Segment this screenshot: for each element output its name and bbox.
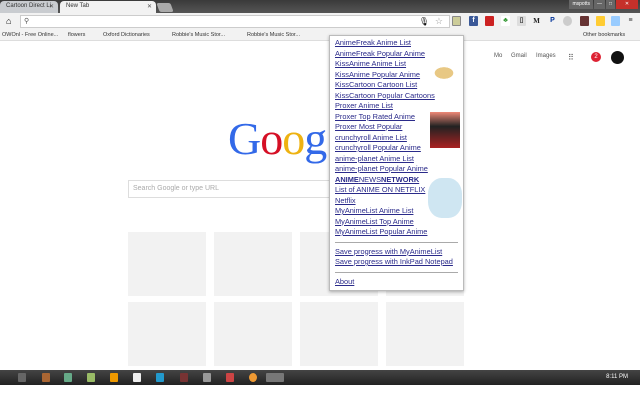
menu-icon[interactable]: ≡ [626, 16, 635, 26]
trash-icon[interactable]: ▯ [517, 16, 526, 26]
taskbar-app-icon[interactable] [87, 373, 95, 382]
taskbar-app-icon[interactable] [180, 373, 188, 382]
bookmark[interactable]: OWOnl - Free Online... [2, 32, 58, 38]
taskbar: 8:11 PM [0, 370, 640, 385]
tree-icon[interactable]: ♣ [501, 16, 510, 26]
taskbar-app-icon[interactable] [110, 373, 118, 382]
home-icon[interactable]: ⌂ [6, 16, 11, 26]
notification-badge[interactable]: 2 [591, 52, 601, 62]
title-bar: Cartoon Direct Li ✕ New Tab ✕ mspotts — □ … [0, 0, 640, 13]
gmail-m-icon[interactable]: M [532, 16, 541, 26]
most-visited-tile[interactable] [300, 302, 378, 366]
ann-part: NETWORK [381, 174, 420, 184]
bookmarks-bar: OWOnl - Free Online... flowers Oxford Di… [0, 30, 640, 41]
avatar[interactable] [611, 51, 624, 64]
anime-avatar-icon[interactable] [580, 16, 589, 26]
address-bar[interactable]: ⚲ 🎙 ☆ [20, 15, 450, 28]
taskbar-app-icon[interactable] [226, 373, 234, 382]
anime-extension-icon[interactable] [452, 16, 461, 26]
bookmark[interactable]: Robbie's Music Stor... [247, 32, 300, 38]
clock[interactable]: 8:11 PM [606, 374, 628, 380]
weather-icon[interactable] [611, 16, 620, 26]
skype-icon[interactable] [156, 373, 164, 382]
most-visited-tile[interactable] [214, 232, 292, 296]
paypal-icon[interactable]: P [548, 16, 557, 26]
chrome-active-icon[interactable] [266, 373, 284, 382]
google-link-gmail[interactable]: Gmail [511, 53, 527, 59]
minimize-button[interactable]: — [593, 0, 605, 9]
taskbar-app-icon[interactable] [203, 373, 211, 382]
chrome-icon[interactable] [249, 373, 257, 382]
taskbar-app-icon[interactable] [64, 373, 72, 382]
save-inkpad-link[interactable]: Save progress with InkPad Notepad [335, 257, 458, 268]
mascot-image [428, 178, 462, 218]
search-input[interactable]: Search Google or type URL [128, 180, 338, 198]
most-visited-tile[interactable] [128, 302, 206, 366]
straw-hat-image [428, 63, 460, 83]
google-link-mo[interactable]: Mo [494, 53, 502, 59]
maximize-button[interactable]: □ [605, 0, 615, 9]
taskbar-app-icon[interactable] [42, 373, 50, 382]
google-link-images[interactable]: Images [536, 53, 556, 59]
toolbar: ⌂ ⚲ 🎙 ☆ f ♣ ▯ M P ≡ [0, 13, 640, 30]
tab-new-tab[interactable]: New Tab ✕ [60, 1, 156, 13]
taskbar-app-icon[interactable] [18, 373, 26, 382]
grey-circle-icon[interactable] [563, 16, 572, 26]
facebook-icon[interactable]: f [469, 16, 478, 26]
google-logo: Goog [228, 113, 327, 164]
popup-link[interactable]: MyAnimeList Popular Anime [335, 227, 458, 238]
other-bookmarks[interactable]: Other bookmarks [583, 32, 625, 38]
tab-label: Cartoon Direct Li [6, 3, 52, 9]
close-window-button[interactable]: ✕ [616, 0, 638, 9]
taskbar-app-icon[interactable] [133, 373, 141, 382]
microphone-icon[interactable]: 🎙 [419, 17, 429, 26]
about-link[interactable]: About [335, 277, 458, 288]
bookmark[interactable]: flowers [68, 32, 85, 38]
save-myanimelist-link[interactable]: Save progress with MyAnimeList [335, 247, 458, 258]
extension-popup: AnimeFreak Anime List AnimeFreak Popular… [329, 35, 464, 291]
close-tab-icon[interactable]: ✕ [49, 3, 54, 10]
tab-label: New Tab [66, 3, 90, 9]
most-visited-tile[interactable] [128, 232, 206, 296]
bookmark[interactable]: Robbie's Music Stor... [172, 32, 225, 38]
most-visited-tile[interactable] [214, 302, 292, 366]
beach-icon[interactable] [596, 16, 605, 26]
popup-link[interactable]: anime-planet Popular Anime [335, 164, 458, 175]
divider [335, 241, 458, 243]
tab-cartoon-direct[interactable]: Cartoon Direct Li ✕ [0, 1, 58, 13]
search-icon: ⚲ [24, 18, 30, 25]
divider [335, 271, 458, 273]
bookmark[interactable]: Oxford Dictionaries [103, 32, 150, 38]
close-tab-icon[interactable]: ✕ [147, 3, 152, 10]
popup-link[interactable]: Proxer Anime List [335, 101, 458, 112]
ann-part: ANIME [335, 174, 359, 184]
popup-link[interactable]: MyAnimeList Top Anime [335, 217, 458, 228]
anime-character-image [430, 112, 460, 148]
popup-link[interactable]: KissCartoon Popular Cartoons [335, 91, 458, 102]
new-tab-button[interactable] [156, 3, 174, 12]
most-visited-tile[interactable] [386, 302, 464, 366]
apps-grid-icon[interactable]: ⠿ [568, 53, 574, 62]
red-extension-icon[interactable] [485, 16, 494, 26]
ann-part: NEWS [358, 174, 382, 184]
popup-link[interactable]: AnimeFreak Popular Anime [335, 49, 458, 60]
profile-button[interactable]: mspotts [569, 0, 593, 9]
bookmark-star-icon[interactable]: ☆ [435, 16, 443, 27]
popup-link[interactable]: anime-planet Anime List [335, 154, 458, 165]
popup-link[interactable]: AnimeFreak Anime List [335, 38, 458, 49]
